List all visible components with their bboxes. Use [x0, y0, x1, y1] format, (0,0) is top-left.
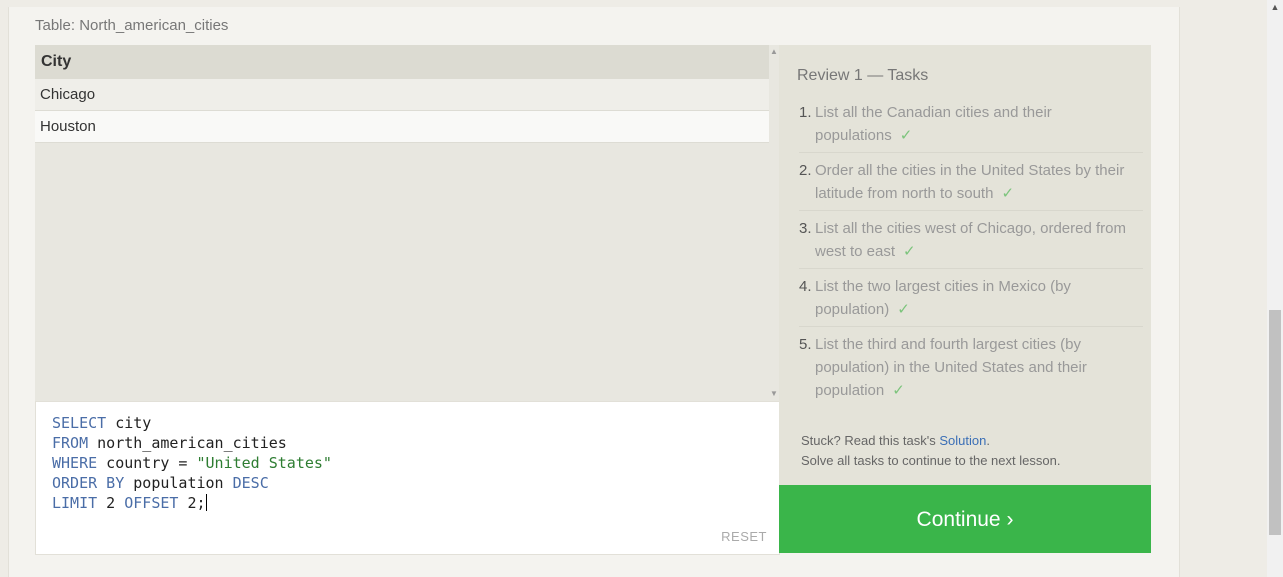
code-line: LIMIT 2 OFFSET 2; — [52, 494, 206, 512]
task-list: 1. List all the Canadian cities and thei… — [799, 99, 1143, 411]
task-item: 5. List the third and fourth largest cit… — [799, 336, 1087, 399]
code-line: SELECT city — [52, 414, 152, 432]
checkmark-icon: ✓ — [892, 382, 905, 399]
stuck-help-text: Stuck? Read this task's Solution. Solve … — [801, 433, 1061, 468]
code-line: FROM north_american_cities — [52, 434, 287, 452]
checkmark-icon: ✓ — [1001, 185, 1015, 202]
scrollbar-thumb[interactable] — [1269, 310, 1281, 535]
tasks-panel: Review 1 — Tasks 1. List all the Canadia… — [779, 45, 1151, 485]
sql-editor[interactable]: SELECT city FROM north_american_cities W… — [35, 401, 780, 555]
scroll-up-arrow-icon[interactable]: ▲ — [769, 47, 779, 57]
page-scrollbar[interactable]: ▲ — [1267, 0, 1283, 577]
table-label: Table: North_american_cities — [35, 17, 229, 34]
sql-code[interactable]: SELECT city FROM north_american_cities W… — [52, 413, 332, 513]
column-header-city: City — [35, 45, 769, 79]
checkmark-icon: ✓ — [903, 243, 916, 260]
text-cursor — [205, 494, 207, 511]
task-item: 1. List all the Canadian cities and thei… — [799, 99, 1143, 153]
task-item: 3. List all the cities west of Chicago, … — [799, 215, 1143, 269]
code-line: ORDER BY population DESC — [52, 474, 269, 492]
solution-link[interactable]: Solution — [939, 433, 986, 448]
results-scrollbar[interactable]: ▲ ▼ — [769, 45, 779, 401]
scroll-up-arrow-icon[interactable]: ▲ — [1267, 2, 1283, 12]
page-background: Table: North_american_cities City Chicag… — [0, 0, 1283, 577]
tasks-title: Review 1 — Tasks — [797, 67, 929, 84]
checkmark-icon: ✓ — [899, 127, 913, 144]
checkmark-icon: ✓ — [897, 301, 910, 318]
task-item: 2. Order all the cities in the United St… — [799, 157, 1143, 211]
continue-button[interactable]: Continue › — [779, 485, 1151, 553]
table-row: Houston — [35, 111, 769, 143]
reset-button[interactable]: RESET — [721, 529, 767, 544]
exercise-card: Table: North_american_cities City Chicag… — [8, 7, 1180, 577]
results-table: City Chicago Houston — [35, 45, 769, 401]
table-row: Chicago — [35, 79, 769, 111]
task-item: 4. List the two largest cities in Mexico… — [799, 273, 1143, 327]
code-line: WHERE country = "United States" — [52, 454, 332, 472]
scroll-down-arrow-icon[interactable]: ▼ — [769, 389, 779, 399]
